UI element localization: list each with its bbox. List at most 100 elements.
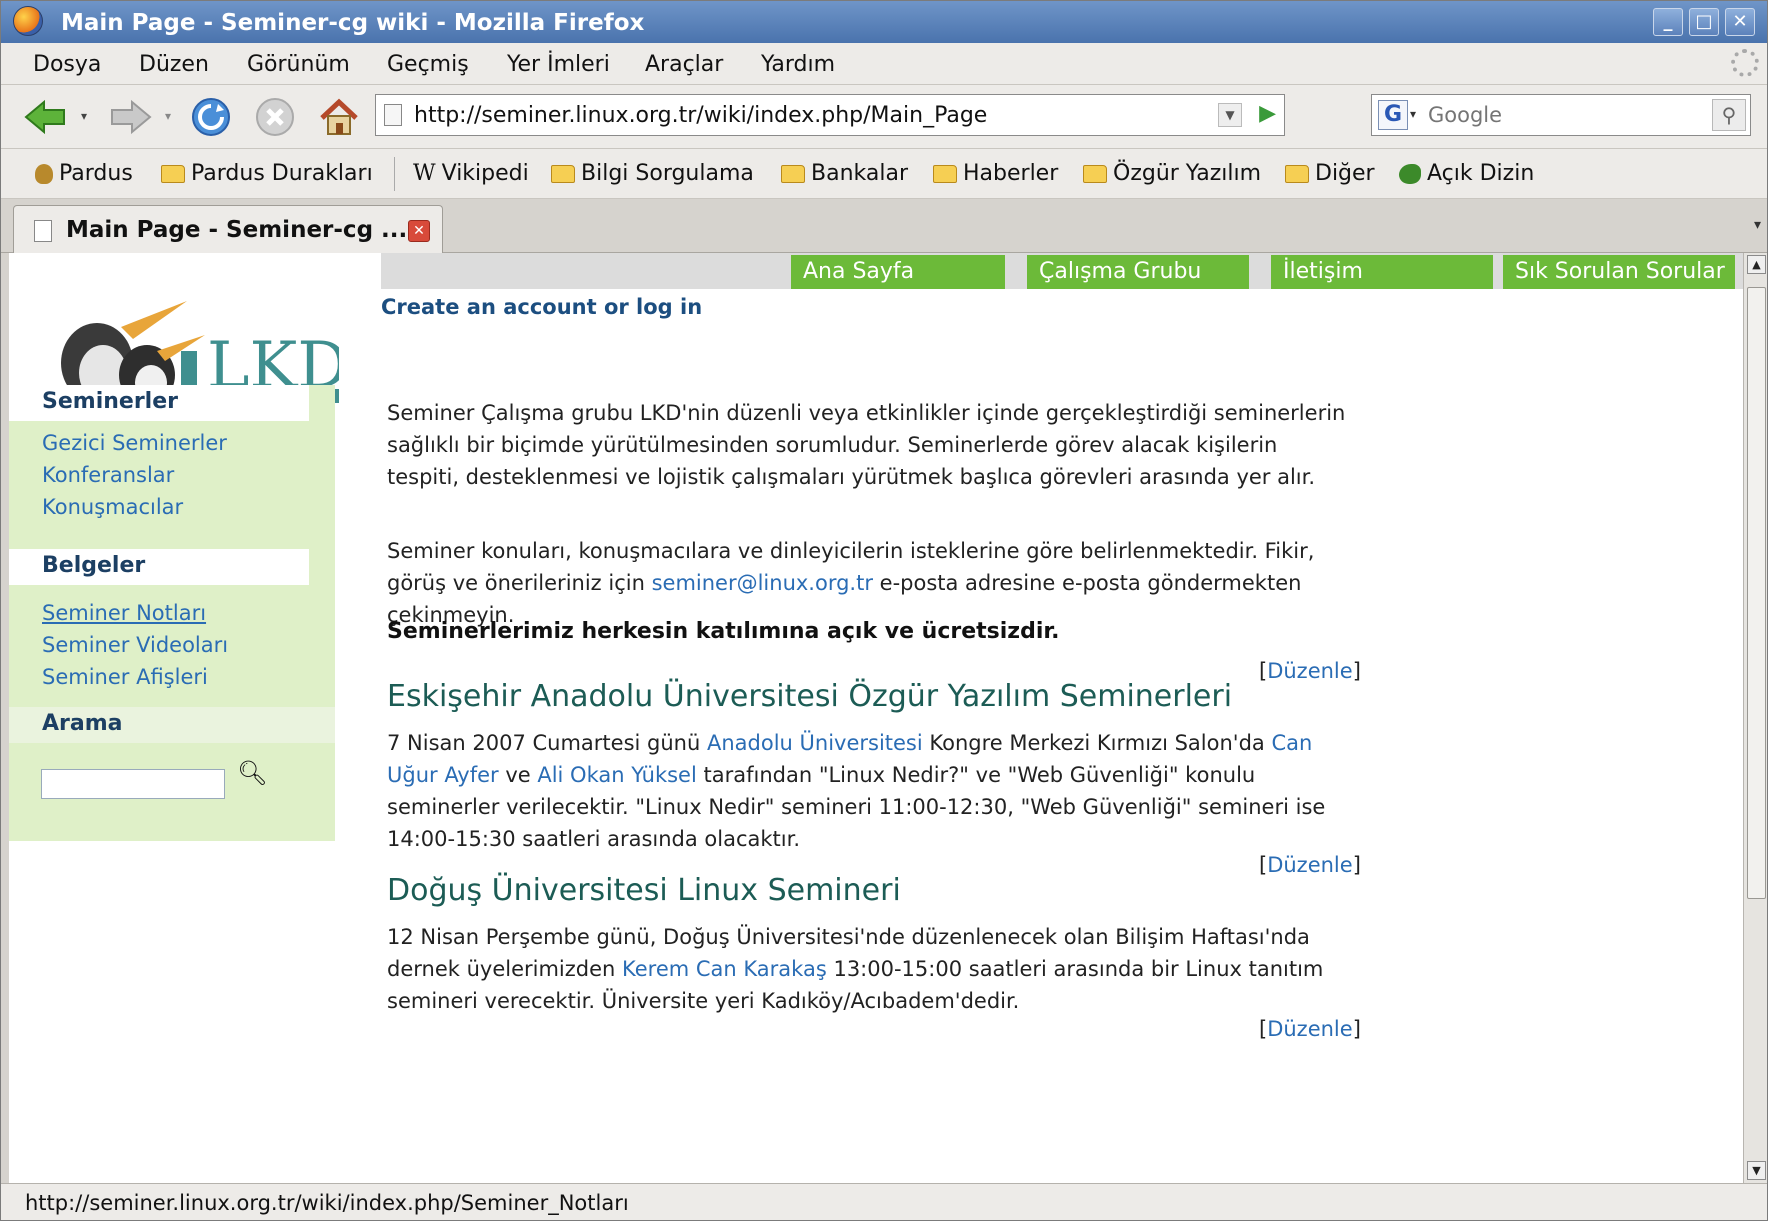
bookmark-label: Açık Dizin xyxy=(1427,161,1535,186)
link-ali-okan-yuksel[interactable]: Ali Okan Yüksel xyxy=(537,763,696,787)
edit-section-3: [Düzenle] xyxy=(1259,1017,1361,1041)
folder-icon xyxy=(1083,164,1107,183)
portlet-title-arama: Arama xyxy=(42,711,123,736)
menu-yer-imleri[interactable]: Yer İmleri xyxy=(507,52,610,77)
title-bar: Main Page - Seminer-cg wiki - Mozilla Fi… xyxy=(1,1,1767,43)
url-history-dropdown-icon[interactable]: ▼ xyxy=(1218,103,1242,127)
portlet-header: Belgeler xyxy=(9,549,309,585)
url-input[interactable] xyxy=(414,99,1234,131)
close-button[interactable]: ✕ xyxy=(1725,8,1755,36)
site-tab-ana-sayfa[interactable]: Ana Sayfa xyxy=(791,255,1005,289)
folder-icon xyxy=(1285,164,1309,183)
wikipedia-icon: W xyxy=(413,161,436,186)
tab-strip: Main Page - Seminer-cg ... ✕ ▾ xyxy=(1,199,1767,253)
sidebar-belgeler: Belgeler Seminer Notları Seminer Videola… xyxy=(9,543,335,707)
forward-dropdown-icon[interactable]: ▾ xyxy=(161,105,175,127)
stop-icon[interactable] xyxy=(253,95,297,139)
bookmark-pardus[interactable]: Pardus xyxy=(35,161,133,186)
menu-yardim[interactable]: Yardım xyxy=(761,52,835,77)
bookmark-pardus-duraklari[interactable]: Pardus Durakları xyxy=(161,161,373,186)
body-text: Kongre Merkezi Kırmızı Salon'da xyxy=(922,731,1272,755)
portlet-header: Arama xyxy=(9,707,335,743)
menu-gecmis[interactable]: Geçmiş xyxy=(387,52,469,77)
folder-icon xyxy=(161,164,185,183)
search-engine-dropdown-icon[interactable]: ▾ xyxy=(1410,107,1416,121)
back-arrow-icon[interactable] xyxy=(23,97,69,137)
menu-gorunum[interactable]: Görünüm xyxy=(247,52,350,77)
vertical-scrollbar[interactable]: ▲ ▼ xyxy=(1743,253,1767,1183)
edit-link[interactable]: Düzenle xyxy=(1267,659,1353,683)
edit-link[interactable]: Düzenle xyxy=(1267,1017,1353,1041)
sidebar-link-seminer-videolari[interactable]: Seminer Videoları xyxy=(42,633,228,657)
edit-bracket: [ xyxy=(1259,853,1268,877)
search-input[interactable] xyxy=(1428,100,1698,130)
acik-dizin-icon xyxy=(1399,163,1421,184)
scroll-thumb[interactable] xyxy=(1747,287,1766,899)
back-dropdown-icon[interactable]: ▾ xyxy=(77,105,91,127)
list-all-tabs-icon[interactable]: ▾ xyxy=(1754,217,1761,233)
sidebar-link-konferanslar[interactable]: Konferanslar xyxy=(42,463,174,487)
reload-icon[interactable] xyxy=(189,95,233,139)
site-tab-iletisim[interactable]: İletişim xyxy=(1271,255,1493,289)
go-arrow-icon[interactable]: ▶ xyxy=(1259,101,1276,126)
bookmark-label: Diğer xyxy=(1315,161,1375,186)
bookmark-bankalar[interactable]: Bankalar xyxy=(781,161,908,186)
sidebar-search-input[interactable] xyxy=(41,769,225,799)
body-text: 7 Nisan 2007 Cumartesi günü xyxy=(387,731,707,755)
page-icon xyxy=(34,220,52,242)
window-title: Main Page - Seminer-cg wiki - Mozilla Fi… xyxy=(61,10,645,36)
link-anadolu-universitesi[interactable]: Anadolu Üniversitesi xyxy=(707,731,923,755)
bookmark-acik-dizin[interactable]: Açık Dizin xyxy=(1399,161,1534,186)
link-kerem-can-karakas[interactable]: Kerem Can Karakaş xyxy=(622,957,827,981)
free-note: Seminerlerimiz herkesin katılımına açık … xyxy=(387,619,1060,644)
bookmark-label: Özgür Yazılım xyxy=(1113,161,1262,186)
bookmark-label: Bilgi Sorgulama xyxy=(581,161,754,186)
navigation-toolbar: ▾ ▾ ▼ ▶ G ▾ ⚲ xyxy=(1,85,1767,149)
bookmark-label: Pardus Durakları xyxy=(191,161,373,186)
status-bar: http://seminer.linux.org.tr/wiki/index.p… xyxy=(1,1183,1767,1220)
tab-main-page[interactable]: Main Page - Seminer-cg ... ✕ xyxy=(13,205,443,253)
bookmark-diger[interactable]: Diğer xyxy=(1285,161,1375,186)
sidebar-link-konusmacilar[interactable]: Konuşmacılar xyxy=(42,495,183,519)
contact-paragraph: Seminer konuları, konuşmacılara ve dinle… xyxy=(387,535,1347,631)
scroll-down-icon[interactable]: ▼ xyxy=(1747,1161,1766,1180)
body-text: ve xyxy=(498,763,538,787)
tab-label: Main Page - Seminer-cg ... xyxy=(66,217,408,243)
maximize-button[interactable]: □ xyxy=(1689,8,1719,36)
bookmark-ozgur-yazilim[interactable]: Özgür Yazılım xyxy=(1083,161,1261,186)
search-icon[interactable]: ⚲ xyxy=(1712,99,1746,131)
bookmark-bilgi-sorgulama[interactable]: Bilgi Sorgulama xyxy=(551,161,754,186)
pardus-icon xyxy=(35,163,53,184)
sidebar-search-icon[interactable]: 🔍︎ xyxy=(237,759,267,787)
forward-arrow-icon[interactable] xyxy=(107,97,153,137)
home-icon[interactable] xyxy=(317,95,361,139)
edit-bracket: ] xyxy=(1352,659,1361,683)
create-account-link[interactable]: Create an account or log in xyxy=(381,295,702,319)
search-bar[interactable]: G ▾ ⚲ xyxy=(1371,94,1751,136)
email-link[interactable]: seminer@linux.org.tr xyxy=(652,571,873,595)
menu-duzen[interactable]: Düzen xyxy=(139,52,209,77)
edit-bracket: [ xyxy=(1259,1017,1268,1041)
sidebar-link-gezici-seminerler[interactable]: Gezici Seminerler xyxy=(42,431,227,455)
bookmark-vikipedi[interactable]: W Vikipedi xyxy=(413,161,529,186)
page-icon xyxy=(384,104,402,126)
sidebar-link-seminer-notlari[interactable]: Seminer Notları xyxy=(42,601,206,625)
scroll-up-icon[interactable]: ▲ xyxy=(1747,255,1766,274)
menu-araclar[interactable]: Araçlar xyxy=(645,52,723,77)
bookmark-separator xyxy=(394,157,395,191)
folder-icon xyxy=(933,164,957,183)
sidebar-arama: Arama 🔍︎ xyxy=(9,707,335,841)
minimize-button[interactable]: _ xyxy=(1653,8,1683,36)
bookmark-label: Pardus xyxy=(59,161,133,186)
site-tab-calisma-grubu[interactable]: Çalışma Grubu xyxy=(1027,255,1249,289)
bookmark-label: Haberler xyxy=(963,161,1059,186)
edit-link[interactable]: Düzenle xyxy=(1267,853,1353,877)
bookmark-label: Vikipedi xyxy=(441,161,529,186)
bookmark-haberler[interactable]: Haberler xyxy=(933,161,1058,186)
menu-dosya[interactable]: Dosya xyxy=(33,52,101,77)
url-bar[interactable]: ▼ ▶ xyxy=(375,94,1285,136)
sidebar-link-seminer-afisleri[interactable]: Seminer Afişleri xyxy=(42,665,208,689)
tab-close-icon[interactable]: ✕ xyxy=(408,220,430,242)
site-tab-sik-sorulan-sorular[interactable]: Sık Sorulan Sorular xyxy=(1503,255,1735,289)
search-engine-icon[interactable]: G xyxy=(1378,100,1408,130)
